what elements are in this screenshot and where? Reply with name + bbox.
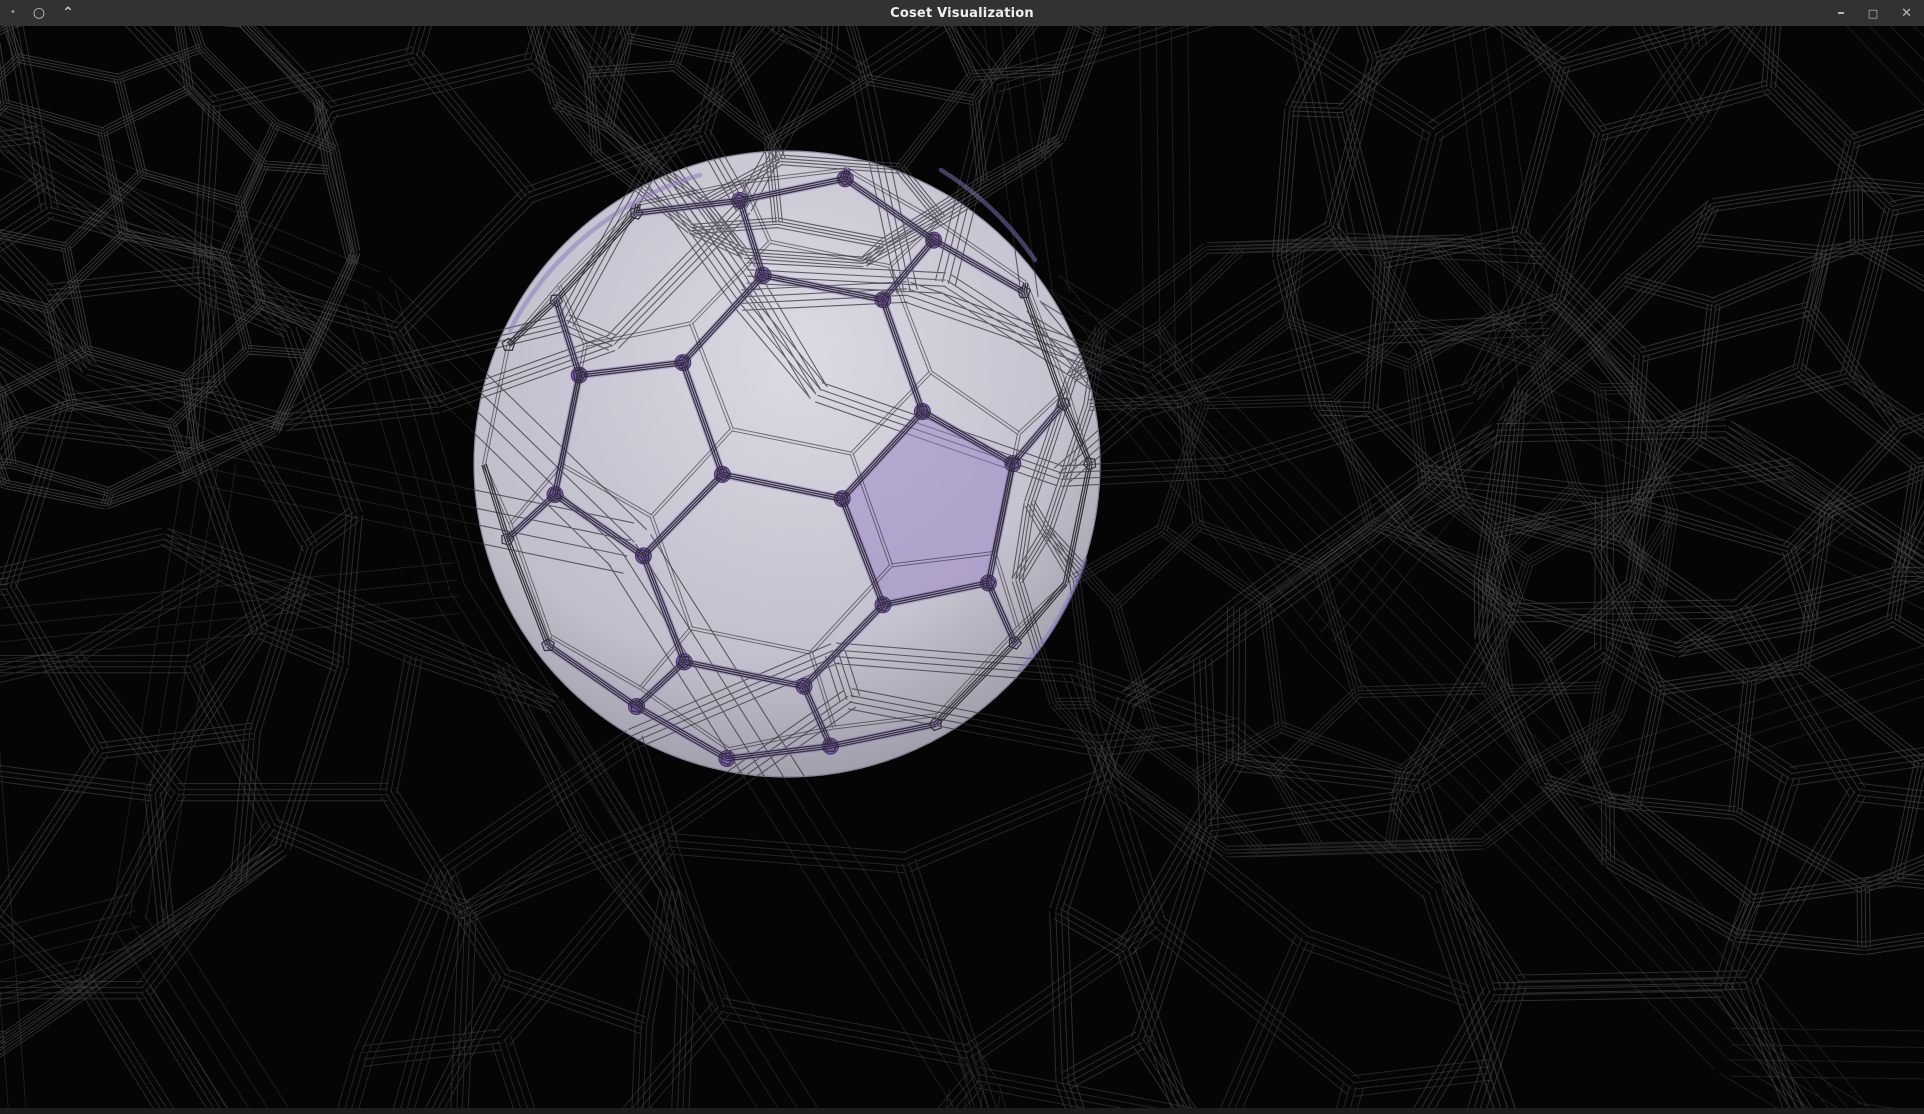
window-controls: – □ ✕ [1837, 0, 1912, 26]
titlebar-left-icons: • ○ ⌃ [10, 0, 74, 26]
render-canvas[interactable] [0, 26, 1924, 1108]
viewport-3d[interactable] [0, 26, 1924, 1108]
chevron-up-icon[interactable]: ⌃ [62, 0, 74, 26]
window-title: Coset Visualization [0, 6, 1924, 21]
maximize-button[interactable]: □ [1868, 7, 1878, 20]
minimize-button[interactable]: – [1837, 3, 1845, 21]
dot-indicator-icon: • [10, 0, 16, 26]
window-border [0, 1108, 1924, 1114]
circle-icon[interactable]: ○ [33, 0, 45, 26]
close-button[interactable]: ✕ [1901, 6, 1912, 21]
titlebar[interactable]: • ○ ⌃ Coset Visualization – □ ✕ [0, 0, 1924, 26]
app-window: • ○ ⌃ Coset Visualization – □ ✕ [0, 0, 1924, 1114]
